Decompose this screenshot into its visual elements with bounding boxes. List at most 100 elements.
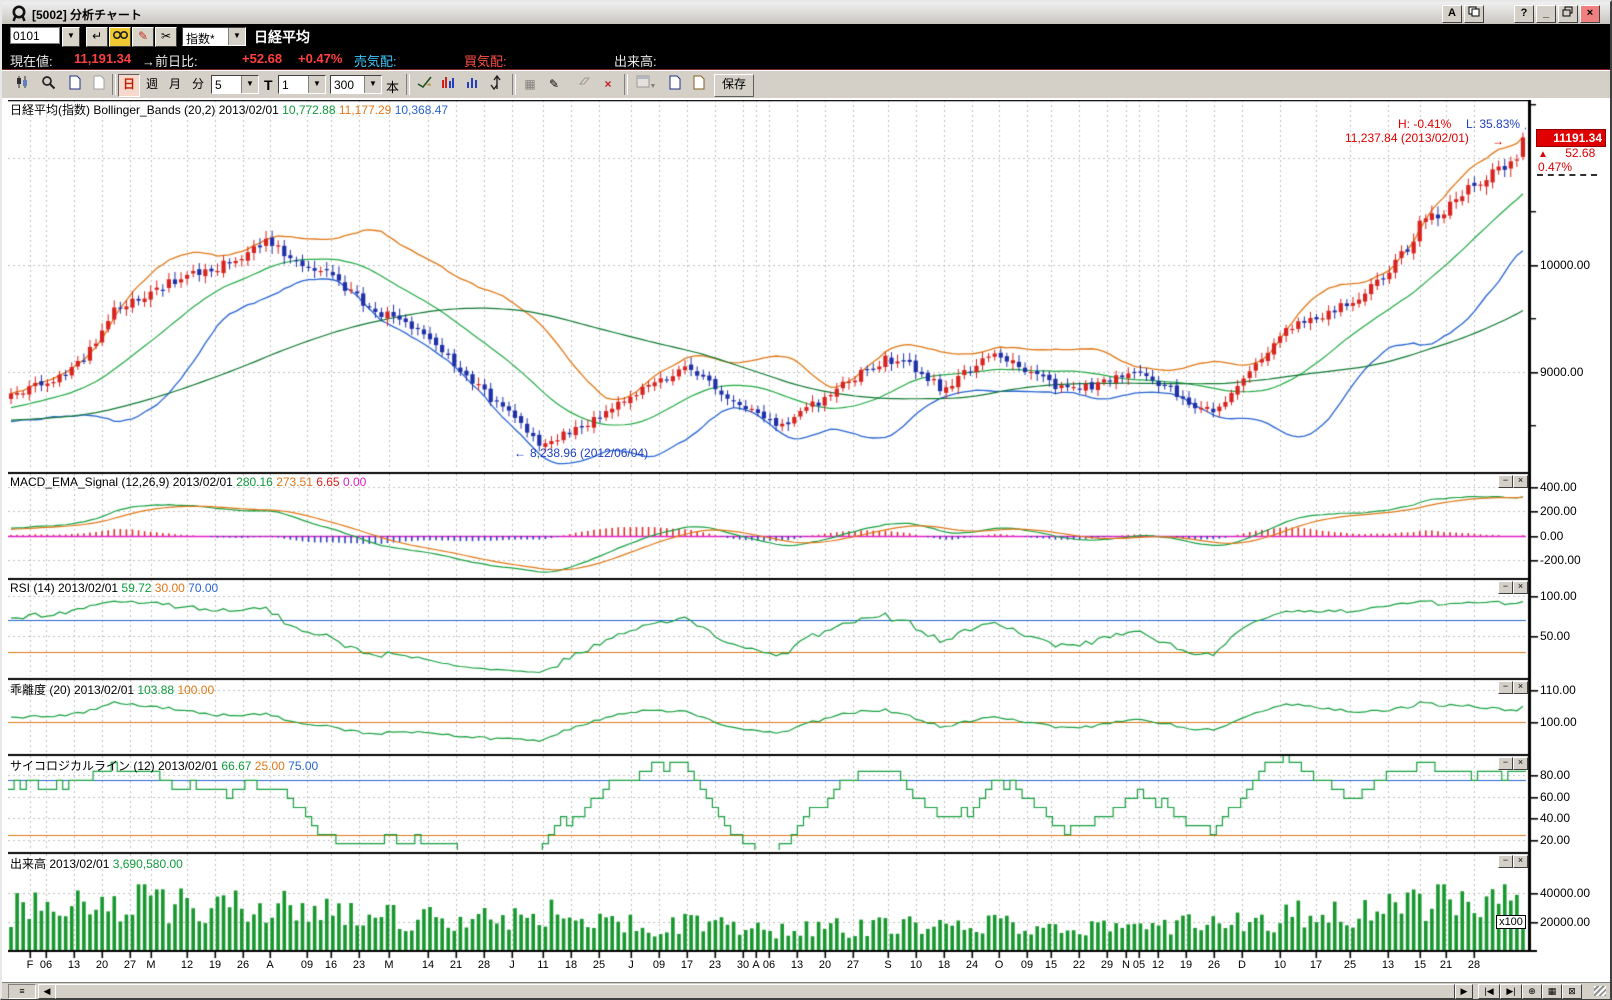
chevron-down-icon[interactable]: ▼ xyxy=(228,28,245,45)
kairi-header-text: 100.00 xyxy=(177,683,214,697)
period-week-button[interactable]: 週 xyxy=(141,74,163,97)
draw-tool-button[interactable]: ✎ xyxy=(542,74,566,97)
close-pane-button[interactable]: ⊠ xyxy=(1562,984,1582,999)
date-axis-label: 24 xyxy=(966,959,978,971)
panel-minimize-button[interactable]: − xyxy=(1498,475,1513,488)
panel-close-button[interactable]: × xyxy=(1513,581,1528,594)
page-paste-button[interactable] xyxy=(86,74,110,97)
splitter-grip[interactable]: ≡ xyxy=(8,984,36,999)
candlestick-icon xyxy=(15,75,29,89)
trough-arrow-icon: ← xyxy=(514,446,526,460)
psych-axis-label: 20.00 xyxy=(1540,833,1570,847)
copy-window-button[interactable] xyxy=(1464,5,1484,23)
peak-annotation: 11,237.84 (2013/02/01) xyxy=(1345,131,1469,145)
macd-axis-label: 200.00 xyxy=(1540,504,1577,518)
candle-style-button[interactable] xyxy=(10,74,34,97)
main-panel-header: 日経平均(指数) Bollinger_Bands (20,2) 2013/02/… xyxy=(10,101,448,118)
date-axis-label: 09 xyxy=(301,959,313,971)
volume-label: 出来高: xyxy=(614,51,657,70)
chart-toolbar: 日 週 月 分 5 ▼ T 1 ▼ 300 ▼ 本 ▦ ✎ × ▼ 保存 xyxy=(2,70,1610,100)
go-first-button[interactable]: |◀ xyxy=(1478,984,1500,999)
save-template-button[interactable] xyxy=(662,74,686,97)
chevron-down-icon[interactable]: ▼ xyxy=(241,76,258,93)
date-axis-label: 06 xyxy=(763,959,775,971)
tick-interval-select[interactable]: 1 ▼ xyxy=(278,75,326,94)
period-day-button[interactable]: 日 xyxy=(118,74,140,97)
font-a-button[interactable]: A xyxy=(1442,5,1462,23)
psych-axis-label: 80.00 xyxy=(1540,768,1570,782)
scrollbar-thumb[interactable] xyxy=(55,984,1455,999)
chart-plot-area[interactable] xyxy=(8,100,1540,964)
symbol-code-input[interactable] xyxy=(10,27,60,44)
grid-button[interactable]: ▦ xyxy=(1542,984,1562,999)
scroll-right-button[interactable]: ▶ xyxy=(1455,984,1473,999)
symbol-dropdown-button[interactable]: ▼ xyxy=(62,27,80,47)
macd-axis-label: -200.00 xyxy=(1540,553,1581,567)
indicator-sub-button[interactable] xyxy=(460,74,484,97)
chevron-down-icon[interactable]: ▼ xyxy=(364,76,381,93)
date-axis-label: A xyxy=(266,959,273,971)
page-copy-button[interactable] xyxy=(62,74,86,97)
load-template-button[interactable] xyxy=(686,74,710,97)
scroll-left-button[interactable]: ◀ xyxy=(38,984,56,999)
grid-toggle-button[interactable]: ▦ xyxy=(518,74,542,97)
macd-axis-label: 400.00 xyxy=(1540,480,1577,494)
search-binoculars-button[interactable] xyxy=(109,27,131,47)
date-axis-label: S xyxy=(884,959,891,971)
period-month-button[interactable]: 月 xyxy=(164,74,186,97)
bar-count-select[interactable]: 300 ▼ xyxy=(330,75,382,94)
change-pct-value: +0.47% xyxy=(298,51,342,66)
change-label: →前日比: xyxy=(142,51,198,70)
symbol-type-select[interactable]: 指数* ▼ xyxy=(182,27,246,46)
erase-tool-button[interactable] xyxy=(572,74,596,97)
clear-button[interactable]: ✂ xyxy=(155,27,177,47)
minimize-button[interactable]: _ xyxy=(1536,5,1556,23)
vol-axis-label: 40000.00 xyxy=(1540,886,1590,900)
panel-minimize-button[interactable]: − xyxy=(1498,757,1513,770)
scale-adjust-button[interactable] xyxy=(484,74,508,97)
page-icon xyxy=(668,75,681,90)
toolbar-separator xyxy=(512,74,516,95)
date-axis-label: N xyxy=(1122,959,1130,971)
delete-all-button[interactable]: × xyxy=(596,74,620,97)
date-axis-label: M xyxy=(384,959,393,971)
title-bar[interactable]: [5002] 分析チャート A ? _ × xyxy=(2,2,1610,25)
chevron-down-icon[interactable]: ▼ xyxy=(308,76,325,93)
macd-axis-label: 0.00 xyxy=(1540,529,1563,543)
panel-close-button[interactable]: × xyxy=(1513,855,1528,868)
zoom-in-button[interactable]: ⊕ xyxy=(1522,984,1542,999)
current-price-label: 現在値: xyxy=(10,51,53,70)
date-axis-label: 19 xyxy=(1180,959,1192,971)
blue-bars-icon xyxy=(465,75,479,89)
go-last-button[interactable]: ▶| xyxy=(1500,984,1522,999)
kairi-axis-label: 100.00 xyxy=(1540,715,1577,729)
up-arrow-icon: ▲ xyxy=(1538,149,1548,160)
restore-button[interactable] xyxy=(1558,5,1578,23)
zoom-tool-button[interactable] xyxy=(36,74,60,97)
symbol-bar: ▼ ↵ ✎ ✂ 指数* ▼ 日経平均 xyxy=(2,24,1610,48)
date-axis-label: 05 xyxy=(1133,959,1145,971)
horizontal-scrollbar[interactable]: ≡ ◀ ▶ |◀ ▶| ⊕ ▦ ⊠ xyxy=(2,982,1610,999)
memo-button[interactable]: ✎ xyxy=(132,27,154,47)
trendline-tool-button[interactable] xyxy=(412,74,436,97)
date-axis-label: 14 xyxy=(422,959,434,971)
enter-button[interactable]: ↵ xyxy=(86,27,108,47)
period-minute-button[interactable]: 分 xyxy=(187,74,209,97)
main-header-text: 10,772.88 xyxy=(282,103,339,117)
minute-interval-select[interactable]: 5 ▼ xyxy=(211,75,259,94)
resize-grip[interactable] xyxy=(1594,986,1606,996)
close-button[interactable]: × xyxy=(1580,5,1600,23)
panel-close-button[interactable]: × xyxy=(1513,757,1528,770)
price-change-value: 52.68 xyxy=(1565,146,1595,160)
panel-minimize-button[interactable]: − xyxy=(1498,581,1513,594)
psych-axis-label: 60.00 xyxy=(1540,790,1570,804)
panel-minimize-button[interactable]: − xyxy=(1498,855,1513,868)
indicator-main-button[interactable] xyxy=(436,74,460,97)
save-button[interactable]: 保存 xyxy=(714,74,754,97)
layout-select-button[interactable]: ▼ xyxy=(630,74,662,97)
current-price-marker: 11191.34 xyxy=(1536,129,1606,147)
panel-close-button[interactable]: × xyxy=(1513,681,1528,694)
panel-close-button[interactable]: × xyxy=(1513,475,1528,488)
panel-minimize-button[interactable]: − xyxy=(1498,681,1513,694)
help-button[interactable]: ? xyxy=(1514,5,1534,23)
